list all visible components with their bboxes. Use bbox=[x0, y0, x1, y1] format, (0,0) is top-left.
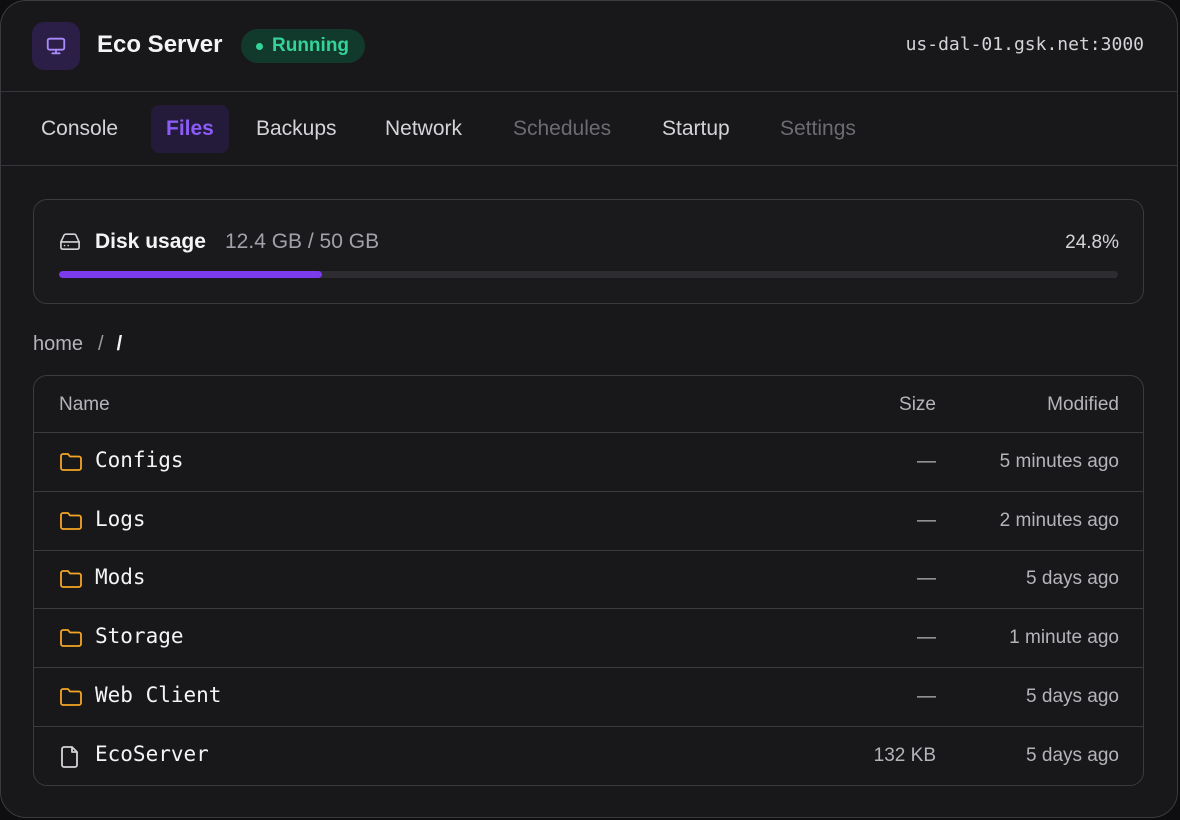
breadcrumb-home[interactable]: home bbox=[33, 333, 83, 356]
folder-icon bbox=[59, 451, 83, 478]
tab-backups[interactable]: Backups bbox=[256, 105, 337, 153]
disk-usage-card: Disk usage 12.4 GB / 50 GB 24.8% bbox=[33, 199, 1144, 304]
disk-usage-bar-fill bbox=[59, 271, 322, 278]
disk-usage-bar bbox=[59, 271, 1118, 278]
folder-icon bbox=[59, 627, 83, 654]
folder-icon bbox=[59, 568, 83, 595]
table-row[interactable]: Storage — 1 minute ago bbox=[34, 609, 1143, 669]
tab-files[interactable]: Files bbox=[151, 105, 229, 153]
server-header: Eco Server Running us-dal-01.gsk.net:300… bbox=[1, 1, 1177, 92]
file-modified: 5 days ago bbox=[1026, 568, 1119, 590]
tab-settings[interactable]: Settings bbox=[780, 105, 856, 153]
file-name[interactable]: Storage bbox=[95, 624, 184, 648]
tab-network[interactable]: Network bbox=[385, 105, 462, 153]
table-row[interactable]: Mods — 5 days ago bbox=[34, 550, 1143, 610]
table-row[interactable]: Web Client — 5 days ago bbox=[34, 668, 1143, 727]
disk-usage-percent: 24.8% bbox=[1065, 232, 1119, 253]
folder-icon bbox=[59, 510, 83, 537]
file-size: — bbox=[917, 685, 936, 707]
file-size: — bbox=[917, 509, 936, 531]
file-size: 132 KB bbox=[873, 744, 936, 766]
file-name[interactable]: Web Client bbox=[95, 683, 221, 707]
table-row[interactable]: EcoServer 132 KB 5 days ago bbox=[34, 727, 1143, 786]
file-modified: 1 minute ago bbox=[1009, 627, 1119, 649]
file-name[interactable]: Configs bbox=[95, 448, 184, 472]
file-table: Name Size Modified Configs — 5 minutes ago… bbox=[33, 375, 1144, 786]
monitor-icon bbox=[32, 22, 80, 70]
breadcrumb-separator: / bbox=[98, 333, 104, 355]
breadcrumb: home / / bbox=[33, 333, 122, 356]
column-size[interactable]: Size bbox=[899, 394, 936, 416]
disk-usage-amount: 12.4 GB / 50 GB bbox=[225, 230, 380, 253]
server-address: us-dal-01.gsk.net:3000 bbox=[905, 34, 1144, 55]
file-size: — bbox=[917, 627, 936, 649]
tab-console[interactable]: Console bbox=[41, 105, 118, 153]
tab-schedules[interactable]: Schedules bbox=[513, 105, 611, 153]
file-size: — bbox=[917, 451, 936, 472]
status-dot-icon bbox=[256, 42, 263, 50]
file-name[interactable]: EcoServer bbox=[95, 742, 209, 766]
file-icon bbox=[59, 745, 81, 774]
file-size: — bbox=[917, 568, 936, 590]
status-text: Running bbox=[272, 35, 350, 56]
disk-usage-label: Disk usage bbox=[95, 230, 206, 253]
file-name[interactable]: Mods bbox=[95, 565, 146, 589]
breadcrumb-current: / bbox=[116, 333, 123, 355]
status-badge: Running bbox=[241, 29, 366, 63]
file-modified: 5 days ago bbox=[1026, 744, 1119, 766]
table-header: Name Size Modified bbox=[34, 376, 1143, 433]
column-modified[interactable]: Modified bbox=[1047, 394, 1119, 416]
tab-startup[interactable]: Startup bbox=[662, 105, 730, 153]
folder-icon bbox=[59, 686, 83, 713]
file-modified: 5 minutes ago bbox=[999, 451, 1119, 472]
table-row[interactable]: Configs — 5 minutes ago bbox=[34, 433, 1143, 492]
column-name[interactable]: Name bbox=[59, 394, 110, 416]
table-row[interactable]: Logs — 2 minutes ago bbox=[34, 492, 1143, 551]
tab-bar: Console Files Backups Network Schedules … bbox=[1, 93, 1177, 166]
server-window: Eco Server Running us-dal-01.gsk.net:300… bbox=[0, 0, 1178, 818]
file-name[interactable]: Logs bbox=[95, 507, 146, 531]
hard-drive-icon bbox=[59, 231, 81, 256]
file-modified: 5 days ago bbox=[1026, 685, 1119, 707]
server-name: Eco Server bbox=[97, 31, 223, 58]
file-modified: 2 minutes ago bbox=[999, 509, 1119, 531]
